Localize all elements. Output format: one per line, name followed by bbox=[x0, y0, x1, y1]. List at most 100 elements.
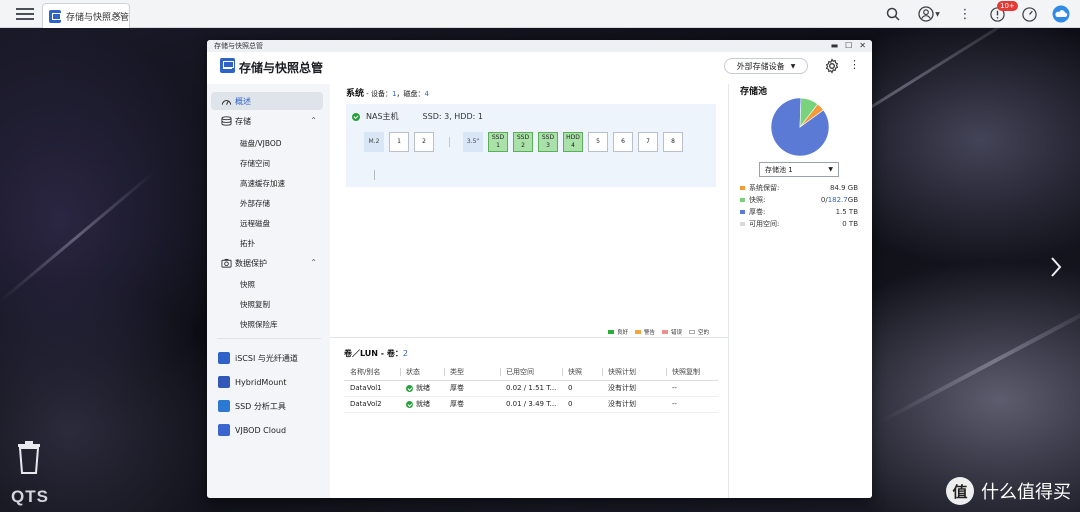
more-options-icon[interactable]: ⋮ bbox=[956, 5, 974, 23]
column-header[interactable]: 已用空间 bbox=[500, 364, 562, 381]
storage-pool-select[interactable]: 存储池 1 ▼ bbox=[759, 162, 839, 177]
app-title: 存储与快照总管 bbox=[239, 61, 324, 75]
column-header[interactable]: 快照 bbox=[562, 364, 602, 381]
nas-status-line: NAS主机 SSD: 3, HDD: 1 bbox=[352, 111, 483, 122]
hybridmount-app-icon bbox=[218, 376, 230, 388]
table-row[interactable]: DataVol1 就绪 厚卷 0.02 / 1.51 T... 0 没有计划 -… bbox=[344, 380, 718, 397]
storage-pool-panel: 存储池 存储池 1 ▼ 系统保留: 84.9 GB 快照: 0/182.7GB … bbox=[728, 84, 872, 498]
sidebar-app-iscsi[interactable]: iSCSI 与光纤通道 bbox=[211, 349, 323, 367]
watermark-logo: 值 bbox=[946, 477, 974, 505]
legend-item: 空的 bbox=[689, 328, 709, 336]
volume-name: DataVol2 bbox=[344, 396, 400, 413]
volumes-table: 名称/别名 状态 类型 已用空间 快照 快照计划 快照复制 DataVol1 就… bbox=[344, 364, 718, 413]
main-menu-icon[interactable] bbox=[16, 6, 34, 22]
iscsi-app-icon bbox=[218, 352, 230, 364]
volumes-count: 2 bbox=[402, 349, 408, 358]
status-ok-icon bbox=[406, 384, 413, 392]
divider bbox=[217, 338, 321, 339]
user-account-icon[interactable]: ▼ bbox=[916, 5, 942, 23]
caret-down-icon: ▼ bbox=[828, 166, 833, 173]
sidebar-item-snapshot[interactable]: 快照 bbox=[240, 279, 255, 290]
m2-slot[interactable]: 1 bbox=[389, 132, 409, 152]
cloud-icon[interactable] bbox=[1052, 5, 1070, 23]
chevron-up-icon: ⌃ bbox=[310, 258, 317, 267]
disk-bay[interactable]: SSD 3 bbox=[538, 132, 558, 152]
volume-schedule: 没有计划 bbox=[602, 396, 666, 413]
volume-snapshots: 0 bbox=[562, 396, 602, 413]
storage-pool-pie-chart[interactable] bbox=[770, 97, 830, 157]
window-titlebar[interactable]: 存储与快照总管 ▬ ☐ ✕ bbox=[207, 40, 872, 52]
volume-replication: -- bbox=[666, 396, 718, 413]
dashboard-gauge-icon[interactable] bbox=[1020, 5, 1038, 23]
gear-icon[interactable] bbox=[824, 58, 840, 74]
nas-name[interactable]: NAS主机 bbox=[366, 111, 399, 122]
system-panel: NAS主机 SSD: 3, HDD: 1 M.2 1 2 3.5" SSD 1 S… bbox=[346, 104, 716, 187]
sidebar-item-storage-space[interactable]: 存储空间 bbox=[240, 158, 270, 169]
caret-down-icon: ▼ bbox=[790, 62, 796, 70]
maximize-icon[interactable]: ☐ bbox=[845, 40, 852, 52]
sidebar-item-label: HybridMount bbox=[235, 377, 287, 387]
search-icon[interactable] bbox=[884, 5, 902, 23]
close-icon[interactable]: ✕ bbox=[859, 40, 866, 52]
disk-bay[interactable]: SSD 1 bbox=[488, 132, 508, 152]
chevron-right-icon[interactable] bbox=[1050, 256, 1062, 284]
sidebar-item-overview[interactable]: 概述 bbox=[211, 92, 323, 110]
table-header: 名称/别名 状态 类型 已用空间 快照 快照计划 快照复制 bbox=[344, 364, 718, 381]
sidebar-item-data-protection[interactable]: 数据保护 ⌃ bbox=[211, 254, 323, 272]
disk-bay[interactable]: 5 bbox=[588, 132, 608, 152]
sidebar-item-external-storage[interactable]: 外部存储 bbox=[240, 198, 270, 209]
column-header[interactable]: 名称/别名 bbox=[344, 364, 400, 381]
external-storage-button[interactable]: 外部存储设备 ▼ bbox=[724, 58, 808, 74]
column-header[interactable]: 状态 bbox=[400, 364, 444, 381]
column-header[interactable]: 快照复制 bbox=[666, 364, 718, 381]
overview-main: 系统 - 设备：1，磁盘：4 NAS主机 SSD: 3, HDD: 1 M.2 … bbox=[330, 84, 728, 498]
taskbar-tab-storage[interactable]: 存储与快照总管 ✕ bbox=[42, 3, 130, 28]
recycle-bin-icon[interactable] bbox=[16, 440, 42, 474]
disk-bay[interactable]: 8 bbox=[663, 132, 683, 152]
external-storage-label: 外部存储设备 bbox=[736, 61, 785, 71]
volume-replication: -- bbox=[666, 380, 718, 397]
notification-icon[interactable]: 10+ bbox=[988, 1, 1018, 23]
disks-label: ，磁盘： bbox=[396, 90, 425, 98]
sidebar-item-snapshot-replica[interactable]: 快照复制 bbox=[240, 299, 270, 310]
sidebar-item-snapshot-vault[interactable]: 快照保险库 bbox=[240, 319, 278, 330]
disk-bay[interactable]: 7 bbox=[638, 132, 658, 152]
storage-app-icon bbox=[49, 9, 61, 23]
ssd-tool-app-icon bbox=[218, 400, 230, 412]
sidebar-item-label: iSCSI 与光纤通道 bbox=[235, 353, 298, 363]
sidebar-item-topology[interactable]: 拓扑 bbox=[240, 238, 255, 249]
sidebar-item-storage[interactable]: 存储 ⌃ bbox=[211, 112, 323, 130]
disk-bay[interactable]: 6 bbox=[613, 132, 633, 152]
column-header[interactable]: 快照计划 bbox=[602, 364, 666, 381]
pool-stat-thick: 厚卷: 1.5 TB bbox=[740, 207, 858, 217]
table-row[interactable]: DataVol2 就绪 厚卷 0.01 / 3.49 T... 0 没有计划 -… bbox=[344, 396, 718, 413]
volume-status: 就绪 bbox=[400, 380, 444, 397]
watermark-text: 什么值得买 bbox=[981, 482, 1071, 503]
close-icon[interactable]: ✕ bbox=[113, 9, 122, 22]
storage-app-icon bbox=[220, 58, 235, 73]
sidebar-item-label: 数据保护 bbox=[235, 258, 267, 268]
m2-slot[interactable]: 2 bbox=[414, 132, 434, 152]
minimize-icon[interactable]: ▬ bbox=[831, 40, 839, 52]
disk-bay[interactable]: SSD 2 bbox=[513, 132, 533, 152]
sidebar-app-ssd-profiling[interactable]: SSD 分析工具 bbox=[211, 397, 323, 415]
sidebar-app-vjbod-cloud[interactable]: VJBOD Cloud bbox=[211, 421, 323, 439]
volume-used: 0.01 / 3.49 T... bbox=[500, 396, 562, 413]
volume-type: 厚卷 bbox=[444, 380, 500, 397]
sidebar-item-remote-disk[interactable]: 远程磁盘 bbox=[240, 218, 270, 229]
more-options-icon[interactable]: ⋮ bbox=[849, 58, 860, 71]
volume-used: 0.02 / 1.51 T... bbox=[500, 380, 562, 397]
disk-bay[interactable]: HDD 4 bbox=[563, 132, 583, 152]
expansion-line bbox=[374, 170, 375, 180]
sidebar-item-disks[interactable]: 磁盘/VJBOD bbox=[240, 138, 282, 149]
sidebar-app-hybridmount[interactable]: HybridMount bbox=[211, 373, 323, 391]
volume-snapshots: 0 bbox=[562, 380, 602, 397]
sidebar-item-label: 存储 bbox=[235, 116, 251, 126]
column-header[interactable]: 类型 bbox=[444, 364, 500, 381]
slot-separator bbox=[449, 137, 450, 147]
bay-label: 3.5" bbox=[463, 132, 483, 152]
legend-item: 警告 bbox=[635, 328, 655, 336]
sidebar-item-cache[interactable]: 高速缓存加速 bbox=[240, 178, 285, 189]
wallpaper-streak bbox=[879, 298, 1080, 424]
snapshot-reserve-link[interactable]: 182.7 bbox=[828, 196, 848, 204]
